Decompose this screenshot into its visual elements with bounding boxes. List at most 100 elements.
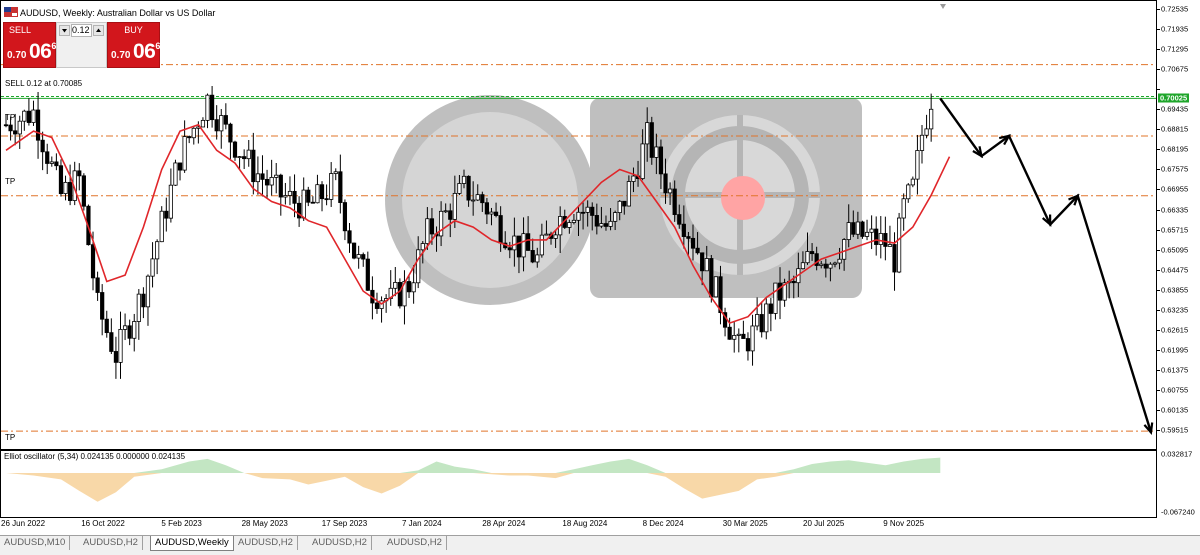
time-label: 16 Oct 2022 (81, 519, 125, 528)
time-label: 9 Nov 2025 (883, 519, 925, 528)
sell-order-label[interactable]: SELL 0.12 at 0.70085 (5, 79, 82, 88)
price-tick (1157, 229, 1160, 231)
candle-bull (704, 258, 709, 272)
take-profit-label-lower[interactable]: TP (5, 433, 15, 442)
candle-bear (448, 210, 453, 220)
price-tick (1157, 349, 1160, 351)
candle-bear (406, 281, 412, 293)
candle-bear (95, 277, 100, 293)
candle-bear (8, 124, 13, 132)
candle-bear (141, 293, 146, 308)
price-label: 0.63855 (1161, 285, 1189, 295)
sell-button[interactable]: SELL 0.70 066 (3, 22, 56, 68)
candle-bull (585, 206, 590, 213)
candle-bull (182, 136, 187, 171)
candle-bear (365, 258, 370, 291)
price-tick (1157, 249, 1160, 251)
candle-bull (910, 178, 915, 186)
candle-bull (544, 233, 549, 236)
take-profit-label-upper[interactable]: TP (5, 113, 15, 122)
price-label: 0.68195 (1161, 144, 1189, 154)
candle-bull (22, 110, 27, 122)
candle-bear (649, 122, 654, 158)
price-label: 0.65095 (1161, 245, 1189, 255)
chart-tab[interactable]: AUDUSD,H2 (79, 536, 143, 550)
price-label: 0.65715 (1161, 225, 1189, 235)
candle-bear (663, 173, 668, 194)
price-label: 0.60135 (1161, 405, 1189, 415)
candle-bull (819, 263, 824, 266)
candle-bull (132, 321, 137, 339)
candle-bear (58, 165, 64, 195)
candle-bull (200, 119, 206, 128)
candle-bull (773, 282, 778, 314)
buy-button[interactable]: BUY 0.70 066 (107, 22, 160, 68)
candle-bull (837, 258, 842, 264)
chart-tab[interactable]: AUDUSD,H2 (308, 536, 372, 550)
chart-window[interactable]: AUDUSD, Weekly: Australian Dollar vs US … (0, 0, 1157, 535)
candle-bull (411, 282, 416, 293)
candle-bear (590, 206, 595, 216)
candle-bull (443, 210, 448, 213)
candle-bull (832, 262, 838, 265)
candle-bear (718, 276, 723, 314)
price-label: 0.72535 (1161, 4, 1189, 14)
candle-bear (658, 146, 664, 175)
chart-tab[interactable]: AUDUSD,H2 (383, 536, 447, 550)
chart-tab[interactable]: AUDUSD,M10 (0, 536, 71, 550)
candle-bull (118, 328, 123, 363)
candle-bull (452, 192, 457, 220)
candle-bear (892, 244, 897, 273)
price-tick (1157, 29, 1160, 31)
candle-bull (246, 149, 251, 160)
take-profit-label-mid[interactable]: TP (5, 177, 15, 186)
candle-bull (168, 184, 173, 219)
candle-bull (438, 210, 444, 237)
shift-marker-icon[interactable] (940, 4, 946, 9)
candle-bull (329, 173, 334, 200)
candle-bull (333, 171, 338, 174)
volume-input[interactable]: 0.12 (71, 24, 92, 37)
candle-bull (864, 231, 870, 237)
buy-price-main: 06 (132, 40, 156, 63)
candle-bull (535, 254, 540, 263)
candle-bear (677, 214, 682, 225)
volume-decrease-button[interactable] (59, 25, 70, 36)
price-axis[interactable]: 0.72535 0.71935 0.71295 0.70675 0.69435 0.688… (1157, 0, 1200, 535)
oscillator-negative-area (6, 472, 941, 502)
price-label: 0.66335 (1161, 205, 1189, 214)
candle-bull (315, 184, 320, 204)
time-label: 5 Feb 2023 (161, 519, 202, 528)
candle-bear (686, 236, 691, 239)
candle-bear (516, 235, 522, 258)
candle-bull (393, 282, 398, 289)
price-label: 0.61375 (1161, 365, 1189, 375)
price-tick (1157, 129, 1160, 131)
candle-bear (319, 184, 325, 200)
candle-bull (901, 198, 906, 219)
volume-increase-button[interactable] (93, 25, 104, 36)
price-tick (1157, 109, 1160, 111)
candle-bear (232, 141, 238, 158)
candle-bull (613, 212, 618, 222)
candle-bull (237, 156, 242, 159)
candle-bear (214, 119, 219, 132)
candle-bear (310, 201, 315, 204)
price-label: 0.60755 (1161, 385, 1189, 395)
candle-bull (897, 217, 902, 273)
forecast-zigzag-line (939, 97, 1153, 433)
candle-bull (63, 181, 68, 195)
candle-bull (136, 293, 141, 322)
chart-tab[interactable]: AUDUSD,Weekly (150, 536, 234, 551)
price-tick (1157, 189, 1160, 191)
candle-bear (484, 202, 490, 215)
price-tick (1157, 329, 1160, 331)
candle-bear (278, 174, 283, 198)
candle-bear (177, 162, 183, 171)
candle-bear (324, 198, 329, 201)
candle-bear (361, 254, 366, 260)
chart-tab[interactable]: AUDUSD,H2 (234, 536, 298, 550)
candle-bear (26, 110, 32, 123)
candle-bull (145, 275, 151, 308)
candle-bear (603, 223, 609, 227)
